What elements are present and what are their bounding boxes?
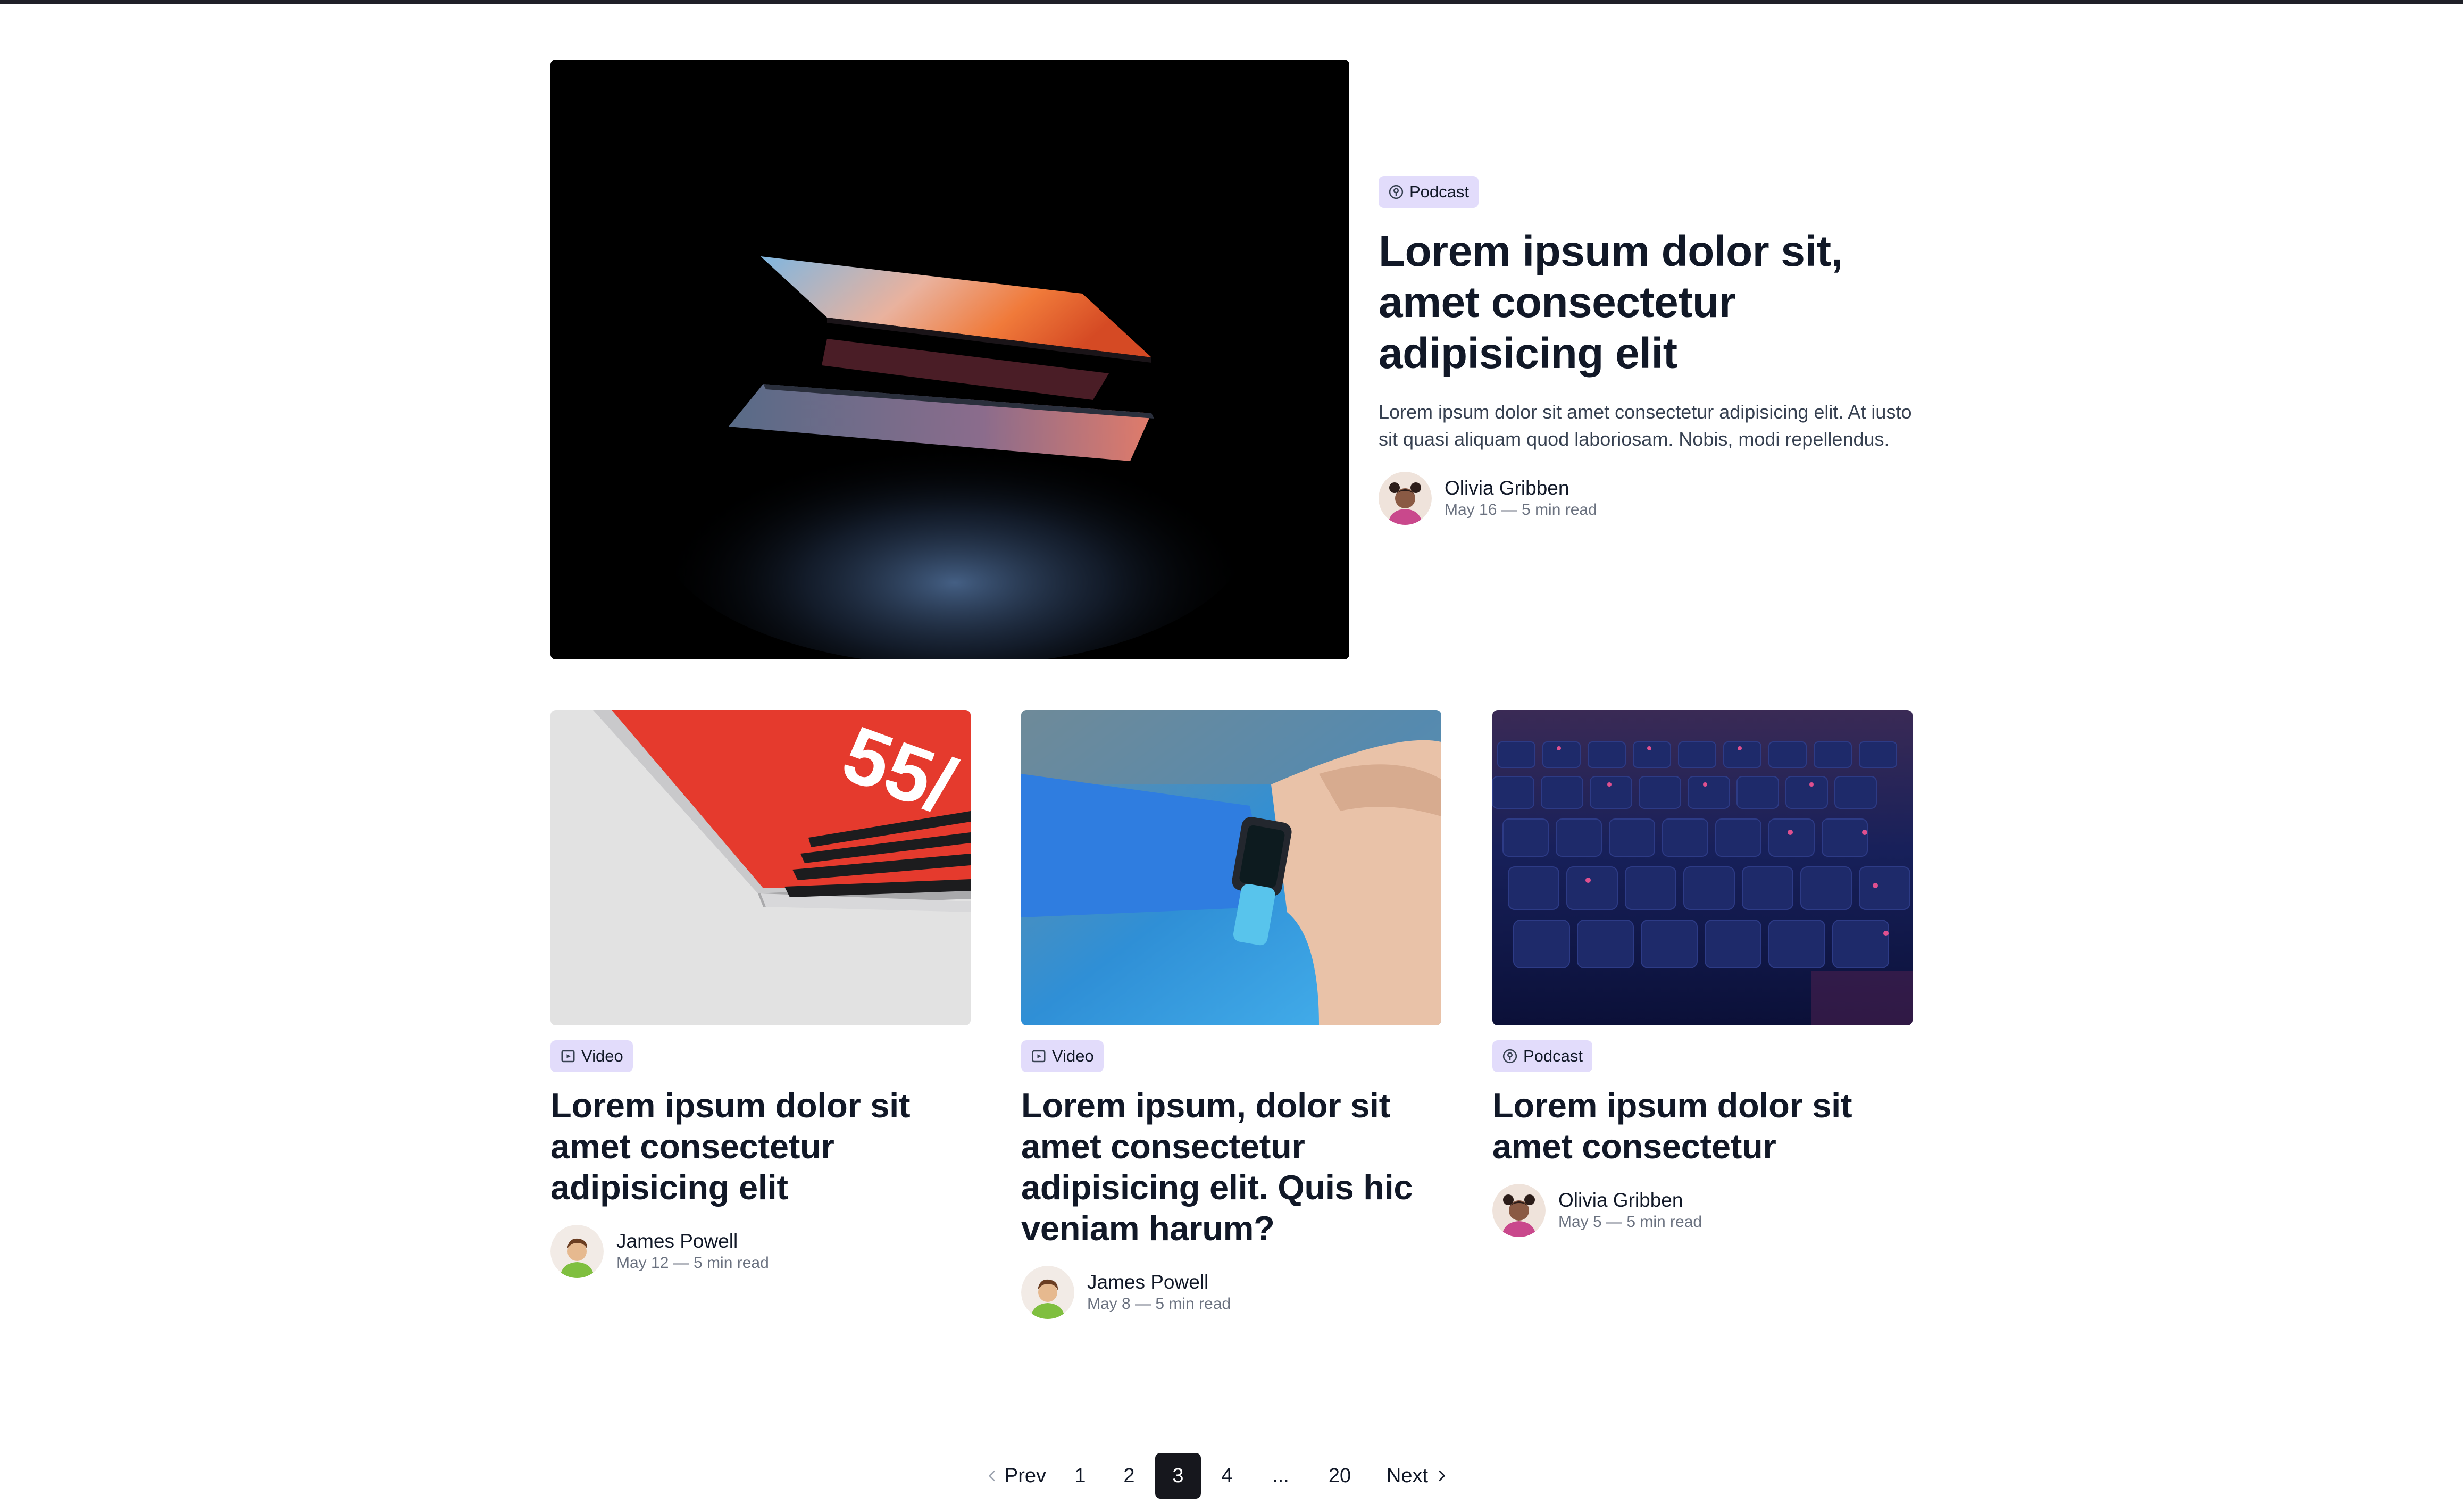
featured-excerpt: Lorem ipsum dolor sit amet consectetur a… xyxy=(1379,401,1912,450)
post-meta: May 5 — 5 min read xyxy=(1558,1213,1702,1231)
smartwatch-illustration xyxy=(1021,710,1441,1025)
featured-post-body: Podcast Lorem ipsum dolor sit, amet cons… xyxy=(1379,176,1913,525)
blog-list: Podcast Lorem ipsum dolor sit, amet cons… xyxy=(550,60,1913,1319)
post-card[interactable]: Video Lorem ipsum, dolor sit amet consec… xyxy=(1021,710,1441,1319)
author-meta: Olivia Gribben May 16 — 5 min read xyxy=(1445,477,1597,520)
avatar-woman-icon xyxy=(1379,472,1432,525)
pagination: Prev 1 2 3 4 ... 20 Next xyxy=(976,1453,1460,1499)
post-title[interactable]: Lorem ipsum dolor sit amet consectetur a… xyxy=(550,1085,971,1208)
author-block: Olivia Gribben May 16 — 5 min read xyxy=(1379,472,1913,525)
author-name[interactable]: James Powell xyxy=(616,1230,769,1253)
page-link-4[interactable]: 4 xyxy=(1203,1453,1251,1499)
post-image-keyboard[interactable] xyxy=(1492,710,1913,1025)
author-block: James Powell May 8 — 5 min read xyxy=(1021,1266,1441,1319)
category-badge-label: Video xyxy=(581,1047,623,1065)
post-card[interactable]: Podcast Lorem ipsum dolor sit amet conse… xyxy=(1492,710,1913,1237)
top-bar xyxy=(0,0,2463,4)
post-title[interactable]: Lorem ipsum, dolor sit amet consectetur … xyxy=(1021,1085,1441,1249)
video-icon xyxy=(1032,1050,1046,1063)
category-badge[interactable]: Podcast xyxy=(1492,1040,1593,1072)
author-name[interactable]: James Powell xyxy=(1087,1271,1231,1294)
podcast-icon xyxy=(1389,185,1404,199)
post-card[interactable]: 55/ Video Lorem ipsum dolor sit amet con… xyxy=(550,710,971,1278)
avatar[interactable] xyxy=(1379,472,1432,525)
category-badge[interactable]: Video xyxy=(550,1040,633,1072)
keyboard-illustration xyxy=(1492,710,1913,1025)
avatar-woman-icon xyxy=(1492,1184,1546,1237)
author-meta: Olivia Gribben May 5 — 5 min read xyxy=(1558,1189,1702,1232)
category-badge[interactable]: Video xyxy=(1021,1040,1104,1072)
category-badge[interactable]: Podcast xyxy=(1379,176,1479,208)
avatar-man-icon xyxy=(550,1225,604,1278)
page-link-current[interactable]: 3 xyxy=(1155,1453,1201,1499)
next-page-button[interactable]: Next xyxy=(1375,1453,1460,1499)
page-link-2[interactable]: 2 xyxy=(1105,1453,1154,1499)
author-block: Olivia Gribben May 5 — 5 min read xyxy=(1492,1184,1913,1237)
chevron-left-icon xyxy=(989,1470,995,1482)
podcast-icon xyxy=(1502,1049,1517,1064)
post-title[interactable]: Lorem ipsum dolor sit amet consectetur xyxy=(1492,1085,1913,1167)
featured-title[interactable]: Lorem ipsum dolor sit, amet consectetur … xyxy=(1379,226,1913,379)
page-link-1[interactable]: 1 xyxy=(1056,1453,1105,1499)
featured-post[interactable]: Podcast Lorem ipsum dolor sit, amet cons… xyxy=(550,60,1913,659)
avatar-man-icon xyxy=(1021,1266,1074,1319)
category-badge-label: Podcast xyxy=(1409,182,1470,201)
laptop-red-screen-illustration: 55/ xyxy=(550,710,971,1025)
prev-label: Prev xyxy=(1004,1464,1047,1487)
post-image-laptop-red[interactable]: 55/ xyxy=(550,710,971,1025)
avatar[interactable] xyxy=(1021,1266,1074,1319)
next-label: Next xyxy=(1386,1464,1429,1487)
author-meta: James Powell May 8 — 5 min read xyxy=(1087,1271,1231,1314)
category-badge-label: Video xyxy=(1052,1047,1094,1065)
page-link-20[interactable]: 20 xyxy=(1310,1453,1370,1499)
post-meta: May 12 — 5 min read xyxy=(616,1254,769,1272)
prev-page-button[interactable]: Prev xyxy=(976,1453,1056,1499)
avatar[interactable] xyxy=(1492,1184,1546,1237)
author-name[interactable]: Olivia Gribben xyxy=(1445,477,1597,500)
avatar[interactable] xyxy=(550,1225,604,1278)
chevron-right-icon xyxy=(1439,1470,1445,1482)
post-meta: May 8 — 5 min read xyxy=(1087,1295,1231,1313)
post-image-smartwatch[interactable] xyxy=(1021,710,1441,1025)
author-block: James Powell May 12 — 5 min read xyxy=(550,1225,971,1278)
author-name[interactable]: Olivia Gribben xyxy=(1558,1189,1702,1212)
author-meta: James Powell May 12 — 5 min read xyxy=(616,1230,769,1273)
laptop-illustration xyxy=(550,60,1349,659)
category-badge-label: Podcast xyxy=(1523,1047,1583,1065)
post-meta: May 16 — 5 min read xyxy=(1445,501,1597,519)
page-ellipsis: ... xyxy=(1272,1464,1289,1487)
featured-image-laptop-dark[interactable] xyxy=(550,60,1349,659)
video-icon xyxy=(561,1050,575,1063)
